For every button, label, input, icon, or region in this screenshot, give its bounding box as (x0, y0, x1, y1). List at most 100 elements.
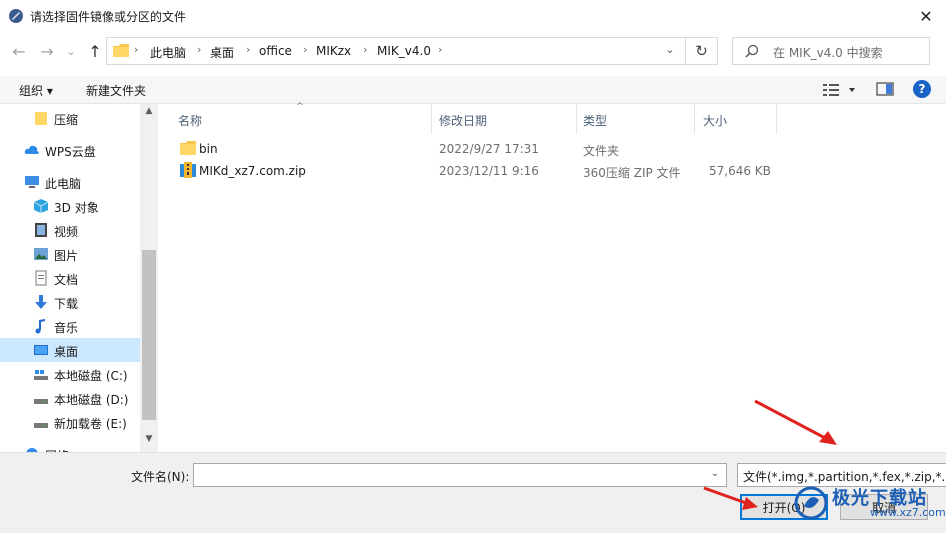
file-name: bin (199, 142, 218, 156)
cloud-icon (24, 145, 39, 154)
breadcrumb-separator: › (438, 43, 443, 56)
file-type: 360压缩 ZIP 文件 (583, 166, 681, 180)
file-row[interactable]: MIKd_xz7.com.zip 2023/12/11 9:16 360压缩 Z… (176, 160, 776, 182)
scroll-down-icon[interactable]: ▼ (140, 434, 158, 452)
desktop-icon (34, 345, 48, 355)
recent-locations-button[interactable]: ⌄ (60, 40, 82, 62)
column-divider[interactable] (576, 104, 577, 134)
close-icon: ✕ (919, 6, 933, 26)
scrollbar-thumb[interactable] (142, 250, 156, 420)
column-header-date[interactable]: 修改日期 (439, 112, 487, 130)
filename-input[interactable]: ⌄ (193, 463, 727, 487)
sidebar-item-3[interactable]: 此电脑 (0, 170, 140, 194)
search-input[interactable]: 在 MIK_v4.0 中搜索 (773, 44, 883, 61)
preview-pane-icon[interactable] (876, 81, 894, 97)
watermark: 极光下载站 www.xz7.com (790, 482, 946, 522)
breadcrumb-item[interactable]: MIKzx (316, 44, 351, 58)
annotation-arrow-icon (703, 486, 758, 510)
file-size: 57,646 KB (709, 164, 771, 178)
up-arrow-icon: ↑ (88, 41, 102, 61)
help-icon: ? (918, 82, 926, 96)
sidebar-item-11[interactable]: 本地磁盘 (C:) (0, 362, 140, 386)
annotation-arrow-icon (754, 399, 837, 445)
new-folder-button[interactable]: 新建文件夹 (86, 82, 146, 99)
address-bar[interactable]: › 此电脑 › 桌面 › office › MIKzx › MIK_v4.0 ›… (106, 37, 686, 65)
folder-icon (35, 112, 47, 125)
sidebar-item-label: 文档 (54, 273, 79, 287)
sort-ascending-icon: ^ (296, 102, 304, 112)
help-button[interactable]: ? (913, 80, 931, 98)
sidebar-item-10[interactable]: 桌面 (0, 338, 140, 362)
file-date: 2022/9/27 17:31 (439, 142, 539, 156)
view-options-icon[interactable] (822, 81, 860, 99)
column-divider[interactable] (431, 104, 432, 134)
zip-icon (180, 162, 196, 178)
document-icon (35, 270, 47, 286)
sidebar-item-4[interactable]: 3D 对象 (0, 194, 140, 218)
sidebar-item-label: 桌面 (54, 345, 79, 359)
up-button[interactable]: ↑ (84, 40, 106, 62)
sidebar-item-5[interactable]: 视频 (0, 218, 140, 242)
breadcrumb-separator: › (197, 43, 202, 56)
sidebar-item-9[interactable]: 音乐 (0, 314, 140, 338)
download-icon (35, 295, 47, 309)
folder-icon (180, 141, 196, 155)
sidebar-item-13[interactable]: 新加载卷 (E:) (0, 410, 140, 434)
breadcrumb-separator: › (363, 43, 368, 56)
breadcrumb-item[interactable]: 桌面 (210, 44, 234, 61)
computer-icon (25, 176, 39, 188)
close-button[interactable]: ✕ (906, 0, 946, 32)
column-header-size[interactable]: 大小 (703, 112, 727, 130)
sidebar-item-12[interactable]: 本地磁盘 (D:) (0, 386, 140, 410)
breadcrumb-separator: › (246, 43, 251, 56)
file-type: 文件夹 (583, 144, 620, 158)
sidebar-item-7[interactable]: 文档 (0, 266, 140, 290)
filename-label: 文件名(N): (131, 470, 190, 484)
forward-button[interactable]: → (36, 40, 58, 62)
sidebar-item-14[interactable]: 网络 (0, 442, 140, 452)
file-date: 2023/12/11 9:16 (439, 164, 539, 178)
breadcrumb-item[interactable]: 此电脑 (150, 44, 186, 61)
sidebar-scrollbar[interactable]: ▲ ▼ (140, 104, 158, 452)
search-box[interactable]: 在 MIK_v4.0 中搜索 (732, 37, 930, 65)
organize-menu[interactable]: 组织 ▾ (19, 82, 53, 99)
video-icon (35, 223, 47, 237)
watermark-logo-icon (794, 486, 828, 520)
forward-arrow-icon: → (40, 41, 54, 61)
sidebar-item-8[interactable]: 下载 (0, 290, 140, 314)
sidebar-item-label: 下载 (54, 297, 79, 311)
file-row[interactable]: bin 2022/9/27 17:31 文件夹 (176, 138, 776, 160)
command-bar: 组织 ▾ 新建文件夹 ? (0, 76, 946, 104)
column-divider[interactable] (776, 104, 777, 134)
app-icon (9, 9, 23, 23)
music-icon (35, 319, 45, 334)
chevron-down-icon[interactable]: ⌄ (660, 43, 680, 59)
breadcrumb-item[interactable]: office (259, 44, 292, 58)
cube-icon (33, 199, 49, 213)
sidebar-item-1[interactable]: 压缩 (0, 106, 140, 130)
file-name: MIKd_xz7.com.zip (199, 164, 306, 178)
sidebar-item-label: 此电脑 (45, 177, 82, 191)
drive-icon (34, 399, 48, 404)
picture-icon (34, 248, 48, 260)
chevron-down-icon[interactable]: ⌄ (706, 468, 724, 484)
sidebar-item-2[interactable]: WPS云盘 (0, 138, 140, 162)
breadcrumb-separator: › (134, 43, 139, 56)
column-divider[interactable] (694, 104, 695, 134)
back-button[interactable]: ← (8, 40, 30, 62)
column-header-name[interactable]: 名称 (178, 112, 202, 130)
back-arrow-icon: ← (12, 41, 26, 61)
refresh-button[interactable]: ↻ (686, 37, 718, 65)
breadcrumb-item[interactable]: MIK_v4.0 (377, 44, 431, 58)
sidebar-item-label: 本地磁盘 (D:) (54, 393, 129, 407)
drive-icon (34, 423, 48, 428)
scroll-up-icon[interactable]: ▲ (140, 106, 158, 124)
sidebar-item-label: 音乐 (54, 321, 79, 335)
sidebar-item-6[interactable]: 图片 (0, 242, 140, 266)
breadcrumb-separator: › (303, 43, 308, 56)
navigation-pane: 压缩 WPS云盘此电脑 3D 对象 视频图片文档下载音乐桌面本地磁盘 (C:) 本地磁盘… (0, 104, 158, 452)
window-title: 请选择固件镜像或分区的文件 (30, 10, 187, 24)
sidebar-item-label: 图片 (54, 249, 79, 263)
column-header-type[interactable]: 类型 (583, 112, 607, 130)
watermark-url: www.xz7.com (870, 506, 946, 519)
